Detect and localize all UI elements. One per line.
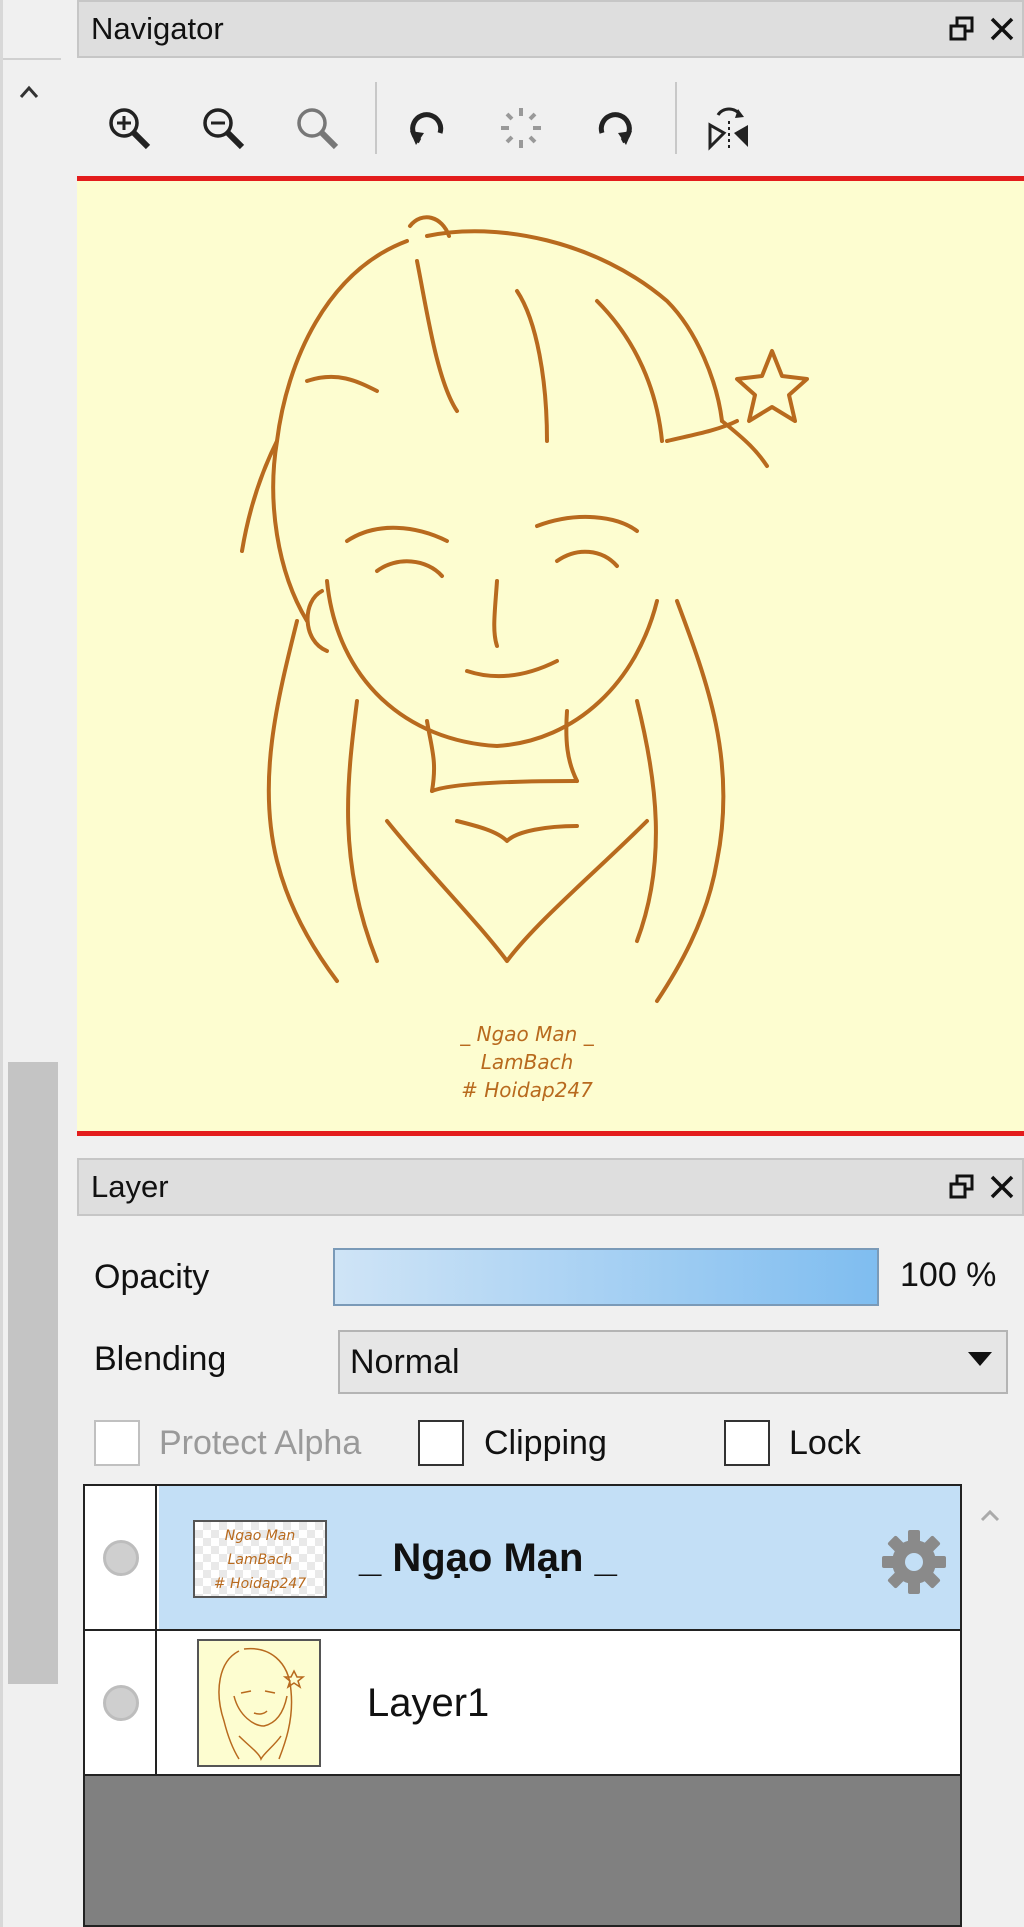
layer-header: Layer [77,1158,1024,1216]
sketch-artwork: _ Ngao Man _ LamBach # Hoidap247 [240,215,809,1102]
zoom-fit-icon[interactable] [285,96,349,160]
clipping-label: Clipping [484,1424,607,1462]
dock-scrollbar-thumb[interactable] [8,1062,58,1684]
close-icon[interactable] [982,1167,1022,1207]
layer-thumbnail: Ngao Man LamBach # Hoidap247 [193,1520,327,1598]
toolbar-separator [375,82,377,154]
opacity-value: 100 % [900,1256,997,1294]
gear-icon[interactable] [878,1526,950,1598]
layer-thumbnail [197,1639,321,1767]
blending-label: Blending [94,1340,227,1378]
rotate-left-icon[interactable] [395,96,459,160]
lock-label: Lock [789,1424,861,1462]
navigator-title: Navigator [91,11,224,46]
float-window-icon[interactable] [942,9,982,49]
signature-line-3: # Hoidap247 [461,1078,593,1102]
signature-line-2: LamBach [481,1050,574,1074]
float-window-icon[interactable] [942,1167,982,1207]
layer-title: Layer [91,1169,169,1204]
chevron-down-icon [968,1352,992,1366]
layer-list: Ngao Man LamBach # Hoidap247 _ Ngạo Mạn … [83,1484,962,1927]
lock-checkbox[interactable] [724,1420,770,1466]
navigator-header: Navigator [77,0,1024,58]
opacity-slider[interactable] [333,1248,879,1306]
blending-select[interactable]: Normal [338,1330,1008,1394]
close-icon[interactable] [982,9,1022,49]
toolbar-separator [675,82,677,154]
flip-horizontal-icon[interactable] [697,96,761,160]
dock-divider [3,58,61,60]
layer-row-layer1[interactable]: Layer1 [85,1631,960,1776]
layer-row-content[interactable]: Layer1 [159,1631,960,1774]
visibility-dot-icon [103,1685,139,1721]
rotate-right-icon[interactable] [583,96,647,160]
chevron-up-icon[interactable] [12,78,46,106]
thumb-text-3: # Hoidap247 [214,1576,306,1592]
rotate-reset-icon[interactable] [489,96,553,160]
clipping-checkbox[interactable] [418,1420,464,1466]
visibility-dot-icon [103,1540,139,1576]
navigator-toolbar [77,60,1024,176]
visibility-toggle[interactable] [85,1486,157,1629]
thumb-text-1: Ngao Man [225,1528,296,1544]
signature-line-1: _ Ngao Man _ [459,1022,594,1046]
layer-row-content[interactable]: Ngao Man LamBach # Hoidap247 _ Ngạo Mạn … [159,1486,960,1629]
zoom-out-icon[interactable] [191,96,255,160]
protect-alpha-label: Protect Alpha [159,1424,362,1462]
left-dock-strip [0,0,62,1927]
opacity-label: Opacity [94,1258,210,1296]
zoom-in-icon[interactable] [97,96,161,160]
blending-value: Normal [350,1342,460,1381]
visibility-toggle[interactable] [85,1631,157,1774]
layer-name: _ Ngạo Mạn _ [359,1536,617,1580]
layer-row-ngao-man[interactable]: Ngao Man LamBach # Hoidap247 _ Ngạo Mạn … [85,1486,960,1631]
protect-alpha-checkbox[interactable] [94,1420,140,1466]
thumb-text-2: LamBach [228,1552,293,1568]
layer-name: Layer1 [367,1681,490,1725]
chevron-up-icon[interactable] [975,1500,1005,1530]
navigator-preview[interactable]: _ Ngao Man _ LamBach # Hoidap247 [77,176,1024,1136]
dock-edge [0,0,3,1927]
